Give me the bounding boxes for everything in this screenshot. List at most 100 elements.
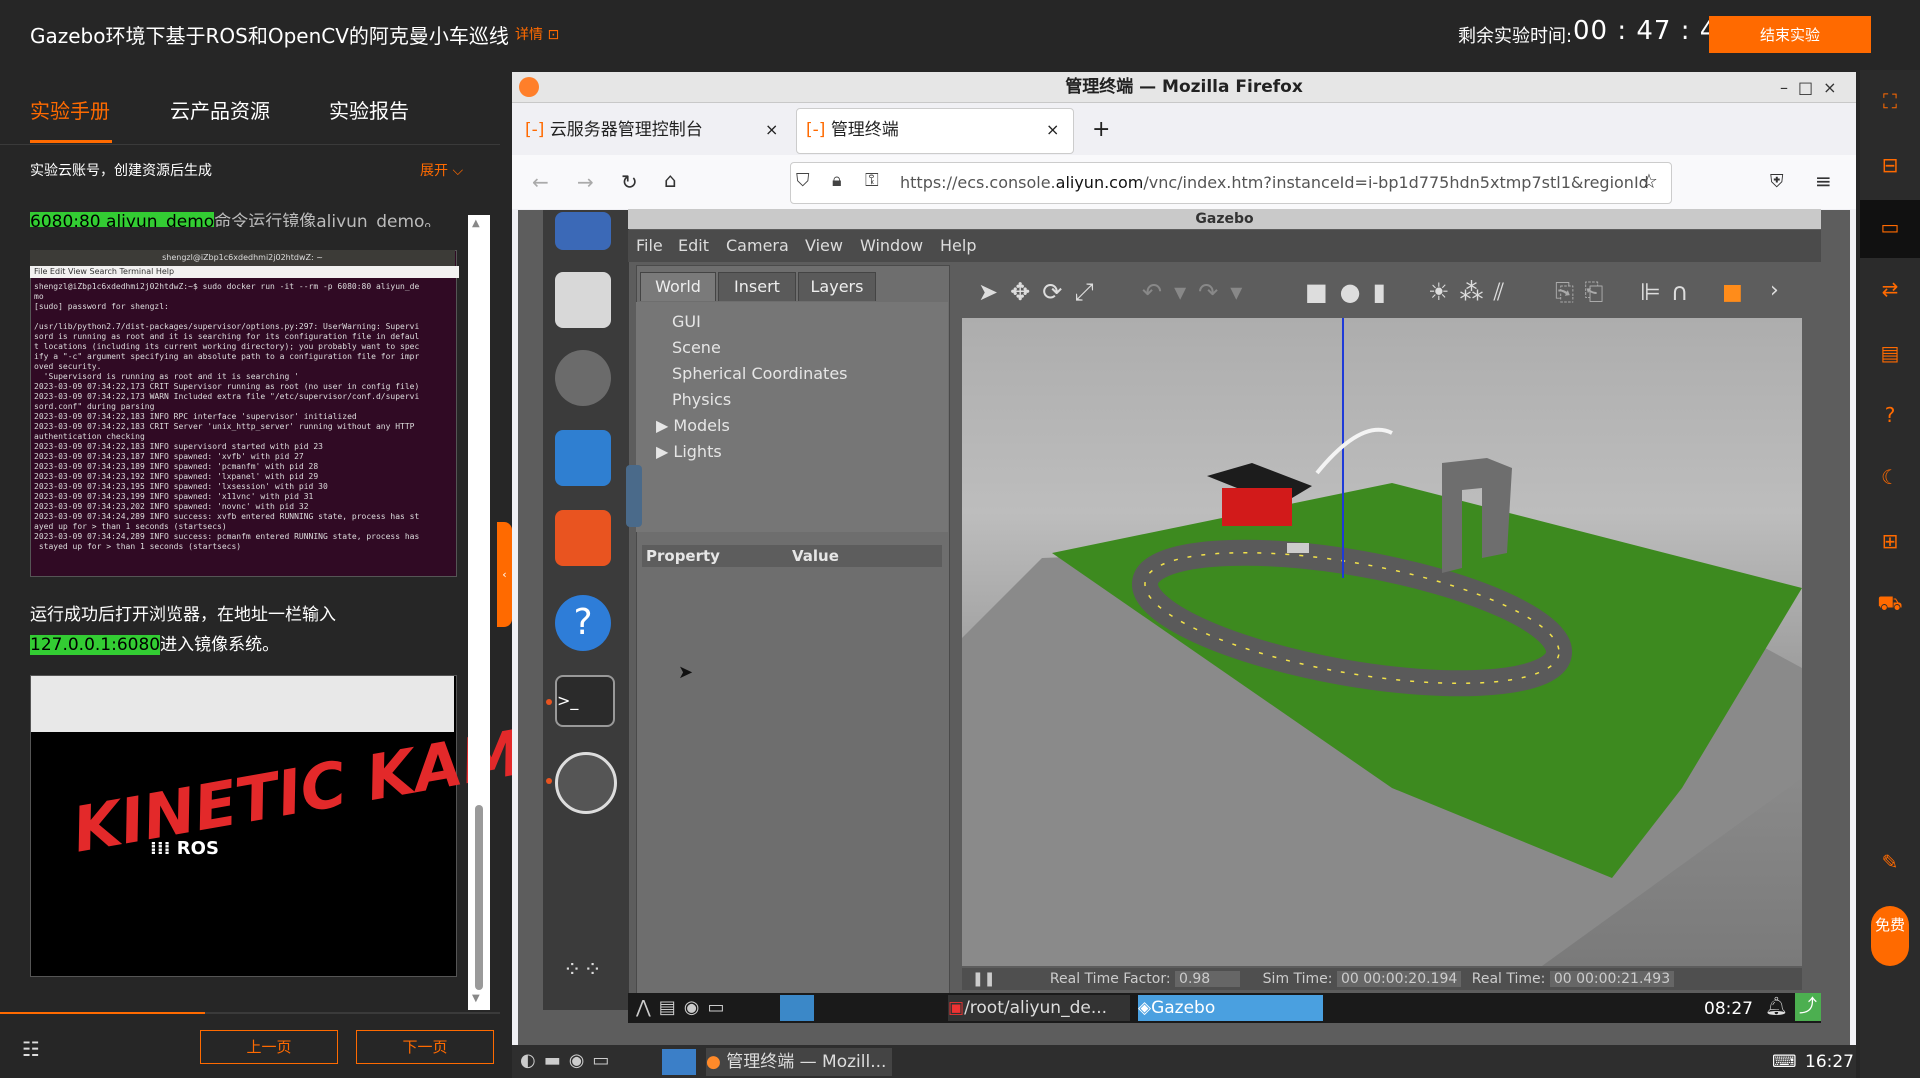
- tab-close-icon[interactable]: ×: [1046, 107, 1059, 153]
- terminal-title: shengzl@iZbp1c6xdedhmi2j02htdwZ: ~: [30, 250, 455, 266]
- gazebo-icon: ◈: [1138, 998, 1152, 1018]
- taskbar-item-gazebo[interactable]: ◈Gazebo: [1138, 995, 1323, 1021]
- scroll-up-icon[interactable]: ▲: [472, 218, 480, 229]
- tab-layers[interactable]: Layers: [798, 272, 876, 301]
- software-center-icon[interactable]: [555, 510, 611, 566]
- tree-spherical[interactable]: Spherical Coordinates: [672, 364, 848, 383]
- console-icon[interactable]: ⊟: [1873, 148, 1907, 182]
- gazebo-quicklaunch-icon[interactable]: [780, 995, 814, 1021]
- pause-icon[interactable]: ❚❚: [972, 971, 995, 987]
- tree-scene[interactable]: Scene: [672, 338, 721, 357]
- menu-help[interactable]: Help: [940, 236, 976, 255]
- tab-world[interactable]: World: [640, 272, 716, 301]
- screenshot-icon[interactable]: ■: [1722, 280, 1743, 305]
- back-icon[interactable]: ←: [532, 170, 549, 194]
- quicklaunch-icons[interactable]: ⋀▤◉▭: [636, 997, 733, 1018]
- menu-file[interactable]: File: [636, 236, 663, 255]
- copy-paste-tools[interactable]: ⎘⎗: [1555, 278, 1613, 306]
- thunderbird-icon[interactable]: [555, 212, 611, 250]
- menu-window[interactable]: Window: [860, 236, 923, 255]
- firefox-quicklaunch-icon[interactable]: [662, 1049, 696, 1075]
- running-indicator: [546, 778, 552, 784]
- terminal-output: shengzl@iZbp1c6xdedhmi2j02htdwZ:~$ sudo …: [34, 282, 420, 551]
- prev-page-button[interactable]: 上一页: [200, 1030, 338, 1064]
- transform-tools[interactable]: ➤✥⟳⤢: [978, 278, 1106, 306]
- reload-icon[interactable]: ↻: [621, 170, 638, 194]
- files-icon[interactable]: [555, 272, 611, 328]
- gazebo-3d-scene[interactable]: [962, 318, 1802, 966]
- detail-link[interactable]: 详情 ⊡: [515, 24, 559, 44]
- mouse-cursor-icon: ➤: [678, 662, 694, 683]
- rhythmbox-icon[interactable]: [555, 350, 611, 406]
- scene-render: [962, 318, 1802, 966]
- fullscreen-icon[interactable]: ⛶: [1873, 84, 1907, 118]
- end-lab-button[interactable]: 结束实验: [1709, 16, 1871, 53]
- help-icon[interactable]: ?: [555, 595, 611, 651]
- tab-close-icon[interactable]: ×: [765, 107, 778, 153]
- menu-grid-icon[interactable]: ☷: [22, 1037, 40, 1061]
- key-icon[interactable]: ⚿: [865, 170, 879, 191]
- browser-tab-terminal[interactable]: [-] 管理终端: [806, 107, 899, 153]
- aliyun-icon: [-]: [525, 120, 545, 140]
- next-page-button[interactable]: 下一页: [356, 1030, 494, 1064]
- window-controls[interactable]: –□×: [1780, 78, 1847, 97]
- collapse-panel-handle[interactable]: ‹: [497, 522, 512, 627]
- tree-models[interactable]: ▶ Models: [656, 416, 730, 435]
- bus-icon[interactable]: ⛟: [1873, 586, 1907, 620]
- tab-lab-report[interactable]: 实验报告: [329, 95, 409, 124]
- home-icon[interactable]: ⌂: [664, 168, 677, 192]
- tree-lights[interactable]: ▶ Lights: [656, 442, 722, 461]
- edit-icon[interactable]: ✎: [1873, 845, 1907, 879]
- lock-icon[interactable]: 🔒︎: [832, 170, 842, 191]
- qr-code-icon[interactable]: ⊞: [1873, 524, 1907, 558]
- scrollbar-thumb[interactable]: [475, 805, 483, 990]
- forward-icon[interactable]: →: [577, 170, 594, 194]
- tab-manual[interactable]: 实验手册: [30, 95, 110, 124]
- notification-icon[interactable]: 🔔︎: [1765, 996, 1788, 1017]
- terminal-menu: File Edit View Search Terminal Help: [30, 266, 459, 278]
- align-snap-tools[interactable]: ⊫∩: [1640, 278, 1698, 306]
- tab-active-indicator: [30, 140, 112, 143]
- robot-car: [1287, 543, 1309, 553]
- remote-desktop-icon[interactable]: ▭: [1873, 210, 1907, 244]
- menu-edit[interactable]: Edit: [678, 236, 709, 255]
- toolbar-more-icon[interactable]: ›: [1770, 278, 1779, 303]
- help-circle-icon[interactable]: ?: [1873, 398, 1907, 432]
- writer-icon[interactable]: [555, 430, 611, 486]
- shield-icon[interactable]: ⛉: [796, 170, 810, 191]
- archive-icon[interactable]: ▤: [1873, 336, 1907, 370]
- tab-cloud-resources[interactable]: 云产品资源: [170, 95, 270, 124]
- logout-icon[interactable]: ⤴: [1795, 993, 1821, 1021]
- shape-tools[interactable]: ■●▮: [1305, 278, 1398, 306]
- firefox-icon: [519, 77, 539, 97]
- menu-camera[interactable]: Camera: [726, 236, 789, 255]
- hamburger-menu-icon[interactable]: ≡: [1815, 169, 1832, 193]
- chevron-down-icon: ⌵: [452, 163, 464, 179]
- free-trial-button[interactable]: 免费: [1871, 906, 1909, 966]
- outer-keyboard-icon[interactable]: ⌨: [1772, 1052, 1797, 1072]
- tree-physics[interactable]: Physics: [672, 390, 731, 409]
- outer-quicklaunch-icons[interactable]: ◐▬◉▭: [520, 1050, 617, 1071]
- scroll-down-icon[interactable]: ▼: [472, 993, 480, 1004]
- taskbar-item-terminal[interactable]: ▣/root/aliyun_de...: [948, 995, 1130, 1021]
- outer-clock: 16:27: [1805, 1052, 1854, 1072]
- apps-grid-icon[interactable]: ⁘⁘: [563, 960, 604, 982]
- new-tab-button[interactable]: +: [1092, 107, 1110, 153]
- tree-gui[interactable]: GUI: [672, 312, 701, 331]
- night-mode-icon[interactable]: ☾: [1873, 460, 1907, 494]
- ros-label: ⁞⁞⁞ ROS: [150, 838, 219, 859]
- expand-toggle[interactable]: 展开 ⌵: [420, 160, 463, 180]
- browser-tab-console[interactable]: [-] 云服务器管理控制台: [525, 107, 703, 153]
- bookmark-star-icon[interactable]: ☆: [1640, 169, 1658, 193]
- light-tools[interactable]: ☀⁂⫽: [1428, 278, 1514, 306]
- panel-splitter-handle[interactable]: [626, 465, 642, 527]
- tab-insert[interactable]: Insert: [718, 272, 796, 301]
- inner-clock: 08:27: [1704, 999, 1753, 1019]
- undo-redo-tools[interactable]: ↶▾↷▾: [1142, 278, 1254, 306]
- taskbar-item-firefox[interactable]: ● 管理终端 — Mozill...: [706, 1048, 892, 1076]
- terminal-icon[interactable]: >_: [555, 675, 615, 727]
- pocket-icon[interactable]: ⛨: [1770, 171, 1784, 192]
- switch-screen-icon[interactable]: ⇄: [1873, 272, 1907, 306]
- menu-view[interactable]: View: [805, 236, 843, 255]
- update-icon[interactable]: [555, 752, 617, 814]
